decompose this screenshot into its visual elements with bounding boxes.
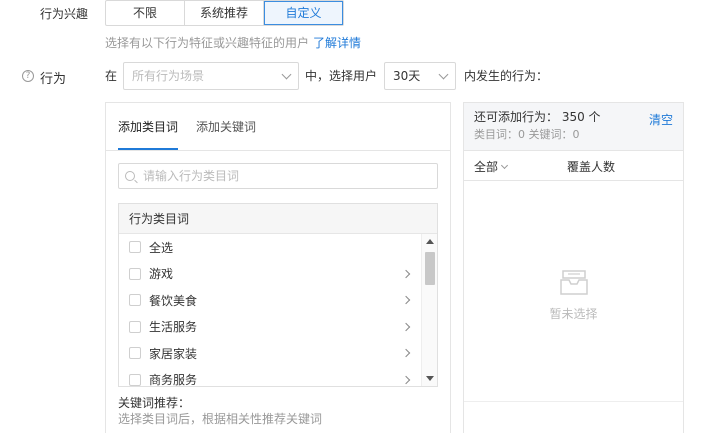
category-scrollbar[interactable] [421,234,437,386]
divider [464,401,683,402]
behavior-scene-select[interactable]: 所有行为场景 [123,62,299,90]
filter-all-dropdown[interactable]: 全部 [474,158,509,175]
selected-columns: 全部 覆盖人数 [464,151,683,181]
category-item-life-services[interactable]: 生活服务 [119,314,421,341]
chevron-right-icon[interactable] [401,296,411,305]
tab-add-keyword[interactable]: 添加关键词 [196,103,256,150]
interest-hint-text: 选择有以下行为特征或兴趣特征的用户 [105,36,310,50]
chevron-right-icon[interactable] [401,269,411,278]
chevron-right-icon[interactable] [401,349,411,358]
empty-inbox-icon [560,270,588,295]
category-list-header: 行为类目词 [119,204,437,234]
category-item-label: 餐饮美食 [149,293,198,308]
days-value: 30天 [393,69,421,83]
category-item-label: 全选 [149,240,174,255]
scroll-down-icon[interactable] [426,376,434,381]
category-item-games[interactable]: 游戏 [119,261,421,288]
category-item-business[interactable]: 商务服务 [119,367,421,386]
keyword-recommend-title: 关键词推荐： [118,396,191,410]
checkbox[interactable] [129,294,141,307]
chevron-down-icon [438,69,449,79]
category-item-label: 商务服务 [149,373,198,386]
checkbox[interactable] [129,241,141,254]
help-icon[interactable]: ? [22,70,34,82]
category-search [118,163,438,189]
category-item-home[interactable]: 家居家装 [119,340,421,367]
tab-add-category[interactable]: 添加类目词 [118,103,179,150]
interest-segmented-control: 不限 系统推荐 自定义 [105,0,344,26]
learn-more-link[interactable]: 了解详情 [313,36,361,50]
category-item-label: 生活服务 [149,320,198,335]
search-icon [125,171,135,181]
selected-summary: 类目词：0 关键词：0 [474,128,580,141]
scroll-up-icon[interactable] [426,239,434,244]
chevron-down-icon [500,161,509,169]
chevron-right-icon[interactable] [401,322,411,331]
category-panel: 添加类目词 添加关键词 行为类目词 全选 游戏 餐饮美食 [105,102,451,433]
interest-option-custom[interactable]: 自定义 [264,1,343,25]
behavior-scene-value: 所有行为场景 [132,69,205,83]
interest-option-unlimited[interactable]: 不限 [106,1,185,25]
category-item-food[interactable]: 餐饮美食 [119,287,421,314]
behavior-text-end: 内发生的行为： [464,69,549,83]
scroll-thumb[interactable] [425,252,435,285]
selected-panel: 还可添加行为： 350 个 类目词：0 关键词：0 清空 全部 覆盖人数 暂未选… [463,102,684,433]
keyword-recommend-hint: 选择类目词后，根据相关性推荐关键词 [118,412,323,426]
behavior-text-in: 在 [105,69,118,83]
remaining-count: 还可添加行为： 350 个 [474,110,601,124]
behavior-text-mid: 中，选择用户 [305,69,378,83]
interest-hint: 选择有以下行为特征或兴趣特征的用户 了解详情 [105,35,361,51]
coverage-column-header: 覆盖人数 [567,160,616,174]
checkbox[interactable] [129,347,141,360]
category-list: 全选 游戏 餐饮美食 生活服务 家居家装 商务服务 [119,234,421,386]
checkbox[interactable] [129,373,141,386]
chevron-right-icon[interactable] [401,375,411,384]
chevron-down-icon [281,69,292,79]
category-item-label: 游戏 [149,267,174,282]
interest-option-system-recommend[interactable]: 系统推荐 [185,1,264,25]
interest-label: 行为兴趣 [40,7,89,21]
empty-state-text: 暂未选择 [549,307,598,321]
category-search-input[interactable] [143,169,423,183]
category-item-label: 家居家装 [149,346,198,361]
days-select[interactable]: 30天 [384,62,456,90]
clear-button[interactable]: 清空 [649,111,673,128]
filter-all-label: 全部 [474,160,499,174]
category-item-select-all[interactable]: 全选 [119,234,421,261]
category-tabs: 添加类目词 添加关键词 [106,103,450,151]
category-list-box: 行为类目词 全选 游戏 餐饮美食 生活服务 家居家装 商务服务 [118,203,438,387]
checkbox[interactable] [129,267,141,280]
behavior-label: 行为 [40,72,67,87]
checkbox[interactable] [129,320,141,333]
selected-panel-header: 还可添加行为： 350 个 类目词：0 关键词：0 清空 [464,103,683,151]
